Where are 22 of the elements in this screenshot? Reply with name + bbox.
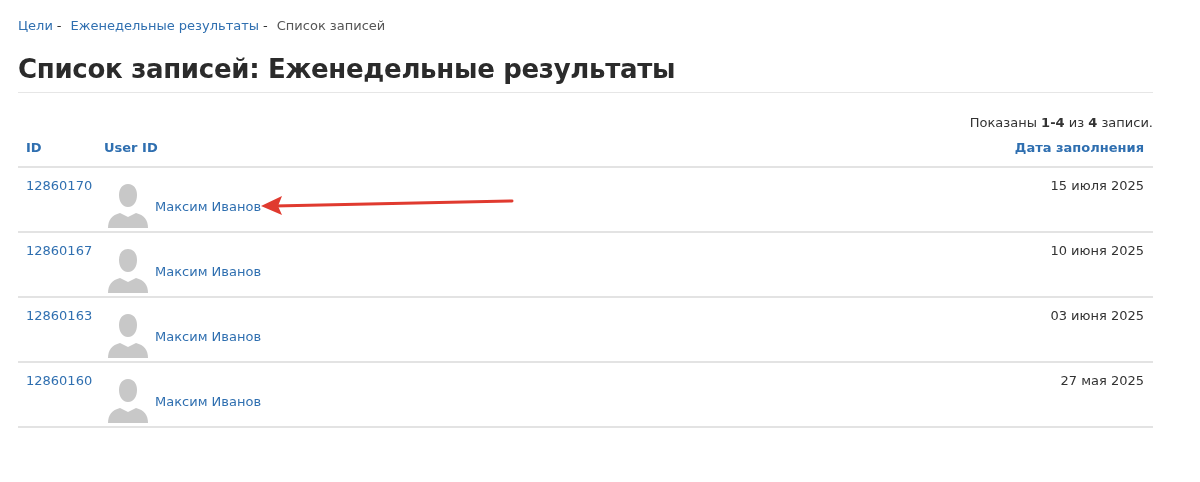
record-id-link[interactable]: 12860167 bbox=[18, 243, 104, 258]
user-link[interactable]: Максим Иванов bbox=[155, 394, 262, 409]
record-id-link[interactable]: 12860170 bbox=[18, 178, 104, 193]
user-link[interactable]: Максим Иванов bbox=[155, 264, 262, 279]
user-link[interactable]: Максим Иванов bbox=[155, 199, 262, 214]
date-cell-text: 27 мая 2025 bbox=[1060, 373, 1145, 388]
date-cell-text: 03 июня 2025 bbox=[1050, 308, 1145, 323]
column-header[interactable]: Дата заполнения bbox=[1014, 140, 1153, 155]
breadcrumb-link[interactable]: Еженедельные результаты bbox=[70, 17, 260, 33]
page-title: Список записей: Еженедельные результаты bbox=[18, 54, 1153, 93]
summary-text: Показаны 1-4 из 4 записи. bbox=[969, 115, 1153, 130]
breadcrumb-separator: - bbox=[56, 17, 62, 33]
column-header[interactable]: ID bbox=[18, 140, 104, 155]
breadcrumb-current: Список записей bbox=[276, 17, 386, 33]
record-id-link[interactable]: 12860163 bbox=[18, 308, 104, 323]
date-cell-text: 10 июня 2025 bbox=[1050, 243, 1145, 258]
breadcrumb-separator: - bbox=[263, 17, 268, 33]
breadcrumb-link[interactable]: Цели bbox=[18, 17, 53, 33]
record-id-link[interactable]: 12860160 bbox=[18, 373, 104, 388]
user-link[interactable]: Максим Иванов bbox=[155, 329, 262, 344]
date-cell-text: 15 июля 2025 bbox=[1050, 178, 1145, 193]
column-header[interactable]: User ID bbox=[104, 140, 1015, 155]
